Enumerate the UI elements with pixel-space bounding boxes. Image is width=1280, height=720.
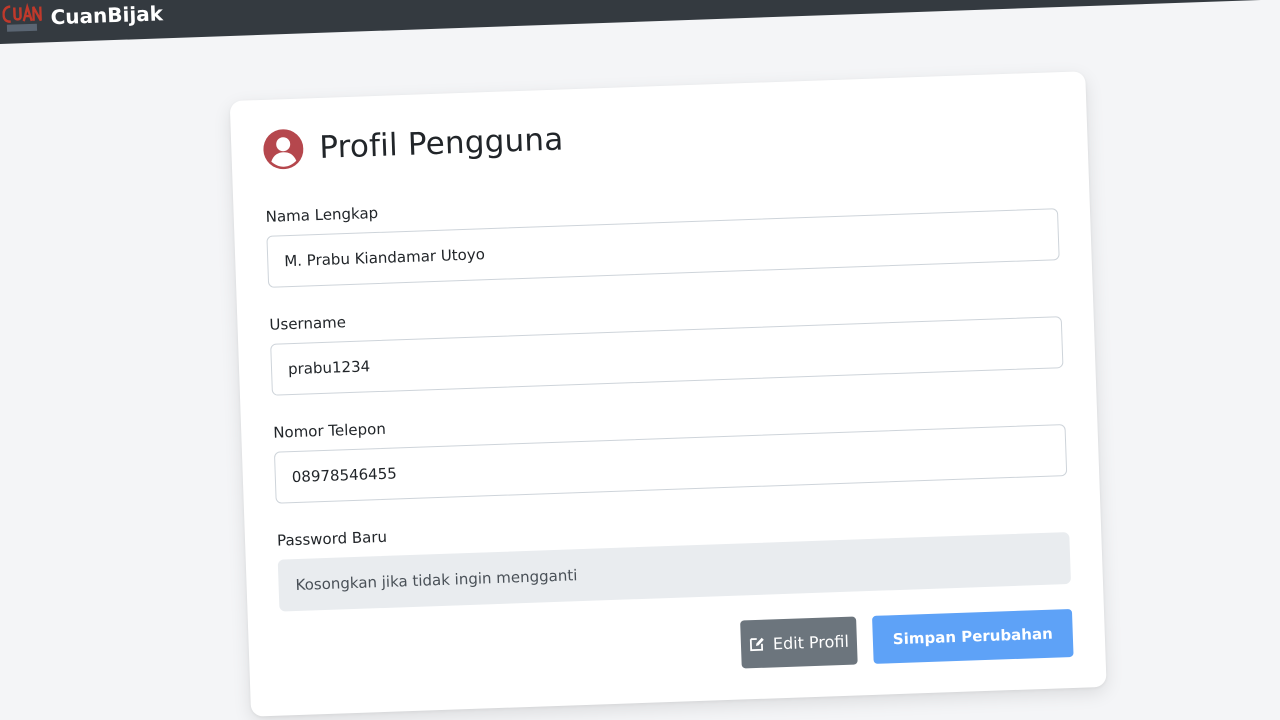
save-changes-button[interactable]: Simpan Perubahan <box>872 608 1074 664</box>
user-circle-icon <box>263 129 304 170</box>
full-name-group: Nama Lengkap <box>265 180 1060 288</box>
profile-card: Profil Pengguna Nama Lengkap Username No… <box>229 71 1107 717</box>
edit-profile-label: Edit Profil <box>772 631 850 653</box>
brand-link[interactable]: CuanBijak <box>2 0 163 36</box>
page-title: Profil Pengguna <box>318 121 564 166</box>
form-actions: Edit Profil Simpan Perubahan <box>740 608 1074 669</box>
viewport: CuanBijak Profil Pengguna Nama Lengkap M… <box>0 0 1280 720</box>
brand-name: CuanBijak <box>50 1 164 30</box>
new-password-group: Password Baru <box>277 504 1072 612</box>
card-header: Profil Pengguna <box>263 119 564 170</box>
edit-icon <box>749 636 766 653</box>
navbar: CuanBijak <box>0 0 1280 47</box>
cuanbijak-logo-icon <box>2 2 43 34</box>
username-group: Username <box>269 288 1064 396</box>
edit-profile-button[interactable]: Edit Profil <box>740 616 858 669</box>
phone-group: Nomor Telepon <box>273 396 1068 504</box>
page: CuanBijak Profil Pengguna Nama Lengkap M… <box>0 0 1280 720</box>
